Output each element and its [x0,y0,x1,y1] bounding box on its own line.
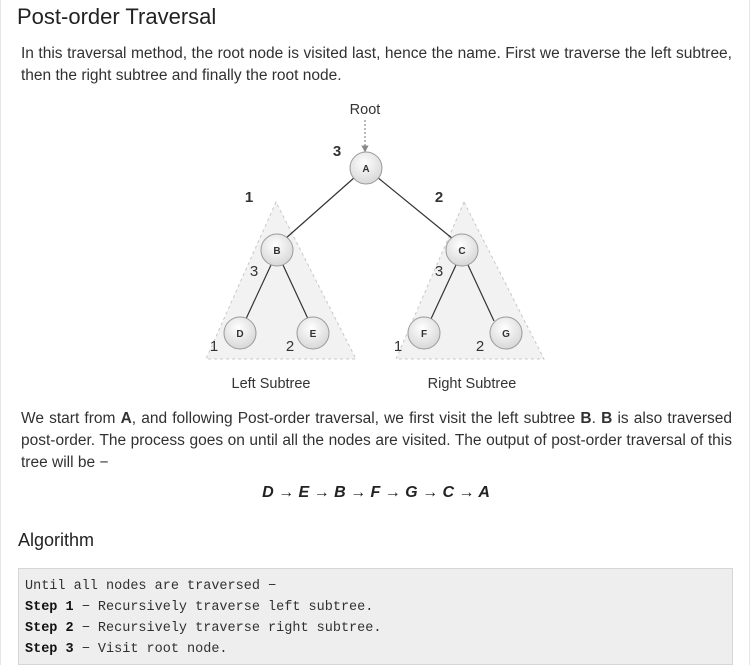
step-label: Step 1 [25,600,74,615]
left-subtree-caption: Left Subtree [232,376,311,392]
algorithm-step: Step 3 − Visit root node. [25,639,732,660]
step-text: − Recursively traverse right subtree. [73,621,382,636]
order-left-subtree: 1 [245,189,253,206]
traversal-paragraph: We start from A, and following Post-orde… [21,408,732,474]
node-a: A [349,151,383,185]
edge-a-b [284,176,356,240]
node-b-label: B [273,246,280,257]
para-text-2: , and following Post-order traversal, we… [131,410,576,427]
order-g: 2 [476,338,484,355]
step-label: Step 3 [25,642,74,657]
step-label: Step 2 [25,621,74,636]
order-c: 3 [435,263,443,280]
node-c-label: C [458,246,465,257]
order-e: 2 [286,338,294,355]
node-b: B [260,233,294,267]
algorithm-intro-line: Until all nodes are traversed − [25,579,277,594]
algorithm-heading: Algorithm [18,530,95,550]
order-f: 1 [394,338,402,355]
node-e: E [296,316,330,350]
order-b: 3 [250,263,258,280]
node-e-label: E [310,329,317,340]
order-right-subtree: 2 [435,189,443,206]
para-text-3: . [591,410,596,427]
intro-paragraph: In this traversal method, the root node … [21,45,732,84]
node-a-label: A [362,164,369,175]
node-ref-a: A [120,410,132,427]
para-text-1: We start from [21,410,116,427]
order-root: 3 [333,143,341,160]
node-f: F [407,316,441,350]
node-ref-b1: B [580,410,592,427]
right-subtree-caption: Right Subtree [428,376,517,392]
algorithm-step: Step 2 − Recursively traverse right subt… [25,618,732,639]
algorithm-step: Step 1 − Recursively traverse left subtr… [25,597,732,618]
traversal-output: D → E → B → F → G → C → A [262,484,490,501]
node-c: C [445,233,479,267]
step-text: − Visit root node. [73,642,228,657]
tree-diagram: Root A B C D E F G 3 1 2 3 1 2 3 1 2 Lef… [205,102,545,392]
node-d-label: D [236,329,243,340]
order-d: 1 [210,338,218,355]
node-f-label: F [421,329,427,340]
node-ref-b2: B [601,410,613,427]
page-title: Post-order Traversal [17,4,217,29]
edge-a-c [376,176,454,240]
node-g: G [489,316,523,350]
root-label: Root [350,102,381,118]
node-g-label: G [502,329,510,340]
algorithm-code-block: Until all nodes are traversed − Step 1 −… [18,568,733,665]
step-text: − Recursively traverse left subtree. [73,600,374,615]
node-d: D [223,316,257,350]
